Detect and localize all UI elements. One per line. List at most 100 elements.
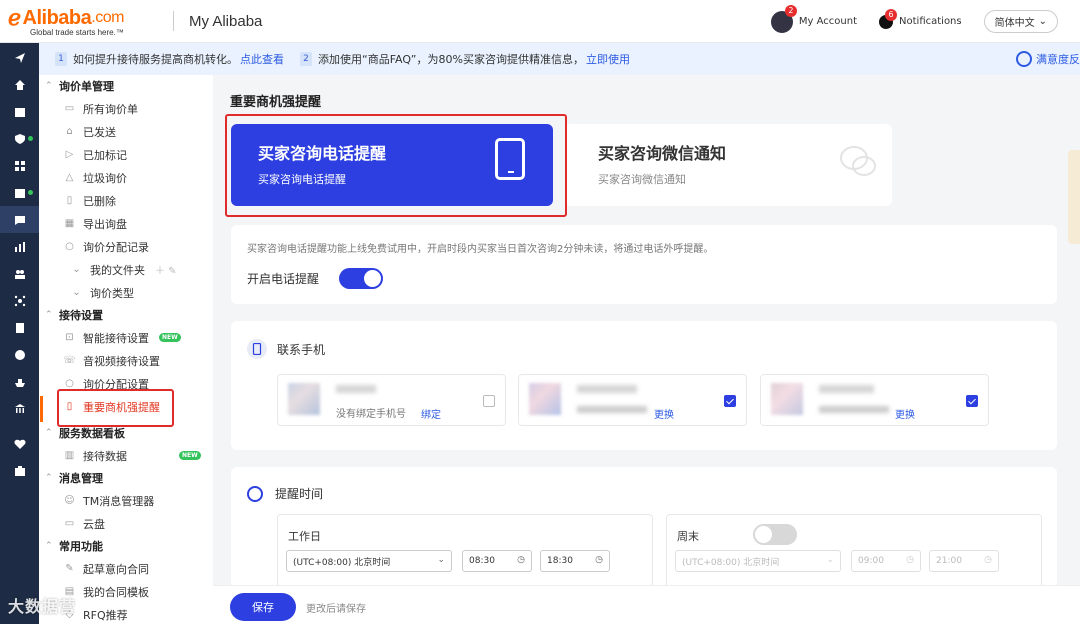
contact-phone-panel: 联系手机 没有绑定手机号 绑定 更换 更换	[231, 321, 1057, 450]
announcement-link-use[interactable]: 立即使用	[586, 51, 630, 67]
sidebar-item-deleted[interactable]: ▯ 已删除	[39, 189, 213, 212]
sidebar-group-messages[interactable]: ⌃ 消息管理	[39, 467, 213, 489]
rail-network-icon[interactable]	[0, 287, 39, 314]
change-phone-link[interactable]: 更换	[895, 406, 915, 421]
change-phone-link[interactable]: 更换	[654, 406, 674, 421]
page-title[interactable]: My Alibaba	[189, 13, 262, 30]
rail-heart-icon[interactable]	[0, 430, 39, 457]
sidebar-item-all-inquiries[interactable]: ▭ 所有询价单	[39, 97, 213, 120]
robot-icon: ⊡	[65, 332, 74, 343]
feedback-label: 满意度反	[1036, 53, 1080, 66]
sidebar-item-sent[interactable]: ⌂ 已发送	[39, 120, 213, 143]
alibaba-logo[interactable]: ℯ Alibaba .com Global trade starts here.…	[8, 5, 158, 37]
satisfaction-feedback-link[interactable]: 满意度反	[1016, 51, 1080, 67]
logo-tagline: Global trade starts here.™	[30, 28, 124, 37]
contact-phone-text: 没有绑定手机号	[336, 409, 406, 420]
avatar	[288, 383, 320, 415]
sidebar-group-common[interactable]: ⌃ 常用功能	[39, 535, 213, 557]
clock-icon	[247, 485, 263, 502]
sidebar-item-my-folders[interactable]: ⌄ 我的文件夹＋ ✎	[39, 258, 213, 281]
logo-text: Alibaba	[22, 6, 92, 29]
language-select[interactable]: 简体中文 ⌄	[983, 10, 1058, 33]
contact-card[interactable]: 没有绑定手机号 绑定	[277, 374, 506, 426]
rail-bank-icon[interactable]	[0, 395, 39, 422]
workday-end-time[interactable]: 18:30 ◷	[540, 550, 610, 572]
workday-start-time[interactable]: 08:30 ◷	[462, 550, 532, 572]
contact-checkbox[interactable]	[724, 395, 736, 407]
phone-alert-description: 买家咨询电话提醒功能上线免费试用中，开启时段内买家当日首次咨询2分钟未读，将通过…	[247, 244, 714, 255]
contact-checkbox[interactable]	[966, 395, 978, 407]
notifications-label: Notifications	[899, 16, 962, 27]
my-account-button[interactable]: 2 My Account	[770, 4, 858, 33]
sidebar-item-spam[interactable]: △ 垃圾询价	[39, 166, 213, 189]
rail-shield-icon[interactable]	[0, 125, 39, 152]
sidebar-item-av-reception[interactable]: ☏ 音视频接待设置	[39, 349, 213, 372]
icon-rail	[0, 43, 39, 624]
contact-name-redacted	[819, 385, 874, 393]
sidebar-item-tm-manager[interactable]: ☺ TM消息管理器	[39, 489, 213, 512]
wechat-icon	[840, 146, 876, 176]
card-wechat-subtitle: 买家咨询微信通知	[598, 173, 686, 186]
rail-briefcase-icon[interactable]	[0, 457, 39, 484]
announcement-bar: 1 如何提升接待服务提高商机转化。 点此查看 2 添加使用“商品FAQ”，为80…	[39, 43, 1080, 75]
user-icon: ○	[65, 241, 74, 252]
bind-phone-link[interactable]: 绑定	[421, 406, 441, 421]
clock-icon: ◷	[517, 555, 525, 565]
add-folder-icon[interactable]: ＋ ✎	[155, 262, 177, 277]
save-hint: 更改后请保存	[306, 604, 366, 615]
announcement-text: 添加使用“商品FAQ”，为80%买家咨询提供精准信息，	[318, 53, 584, 66]
rail-chart-icon[interactable]	[0, 233, 39, 260]
weekend-start-time[interactable]: 09:00 ◷	[851, 550, 921, 572]
contact-card[interactable]: 更换	[518, 374, 747, 426]
chevron-down-icon: ⌄	[1038, 16, 1047, 27]
avatar	[771, 383, 803, 415]
sidebar-item-inquiry-types[interactable]: ⌄ 询价类型	[39, 281, 213, 304]
highlight-box-card	[225, 114, 567, 217]
sidebar-item-marked[interactable]: ▷ 已加标记	[39, 143, 213, 166]
rail-ship-icon[interactable]	[0, 368, 39, 395]
rail-globe-icon[interactable]	[0, 341, 39, 368]
rail-home-icon[interactable]	[0, 71, 39, 98]
sidebar-item-smart-reception[interactable]: ⊡ 智能接待设置 NEW	[39, 326, 213, 349]
contact-card[interactable]: 更换	[760, 374, 989, 426]
weekend-end-time[interactable]: 21:00 ◷	[929, 550, 999, 572]
weekend-toggle[interactable]	[753, 524, 797, 545]
sidebar-item-reception-data[interactable]: ▥ 接待数据 NEW	[39, 444, 213, 467]
chevron-down-icon: ⌄	[437, 555, 445, 565]
chevron-down-icon: ⌄	[72, 264, 81, 275]
contact-phone-title: 联系手机	[277, 342, 326, 357]
sidebar-item-assign-records[interactable]: ○ 询价分配记录	[39, 235, 213, 258]
rail-apps-icon[interactable]	[0, 152, 39, 179]
caret-up-icon: ⌃	[45, 81, 53, 91]
caret-up-icon: ⌃	[45, 428, 53, 438]
contact-checkbox[interactable]	[483, 395, 495, 407]
side-promo-strip[interactable]	[1068, 150, 1080, 244]
rail-users-icon[interactable]	[0, 260, 39, 287]
my-account-label: My Account	[798, 16, 858, 27]
new-badge: NEW	[179, 451, 201, 460]
weekend-timezone-select[interactable]: (UTC+08:00) 北京时间 ⌄	[675, 550, 841, 572]
save-button[interactable]: 保存	[230, 593, 296, 621]
top-header: ℯ Alibaba .com Global trade starts here.…	[0, 0, 1080, 43]
card-wechat-notify[interactable]: 买家咨询微信通知 买家咨询微信通知	[565, 124, 892, 206]
announcement-number: 2	[300, 52, 312, 66]
highlight-box-sidebar	[57, 389, 174, 427]
rail-media-icon[interactable]	[0, 179, 39, 206]
language-label: 简体中文	[994, 18, 1035, 29]
notifications-button[interactable]: 6 Notifications	[879, 8, 962, 29]
sidebar-group-inquiry[interactable]: ⌃ 询价单管理	[39, 75, 213, 97]
workday-timezone-select[interactable]: (UTC+08:00) 北京时间 ⌄	[286, 550, 452, 572]
rail-store-icon[interactable]	[0, 98, 39, 125]
sidebar-item-cloud-disk[interactable]: ▭ 云盘	[39, 512, 213, 535]
sidebar-group-reception[interactable]: ⌃ 接待设置	[39, 304, 213, 326]
sidebar-item-export[interactable]: ▦ 导出询盘	[39, 212, 213, 235]
trash-icon: ▯	[66, 195, 73, 206]
enable-phone-alert-toggle[interactable]	[339, 268, 383, 289]
caret-up-icon: ⌃	[45, 310, 53, 320]
announcement-link-view[interactable]: 点此查看	[240, 51, 284, 67]
sidebar-item-draft-contract[interactable]: ✎ 起草意向合同	[39, 557, 213, 580]
contact-name-redacted	[336, 385, 376, 393]
rail-clipboard-icon[interactable]	[0, 314, 39, 341]
rail-message-icon[interactable]	[0, 206, 39, 233]
rail-send-icon[interactable]	[0, 44, 39, 71]
